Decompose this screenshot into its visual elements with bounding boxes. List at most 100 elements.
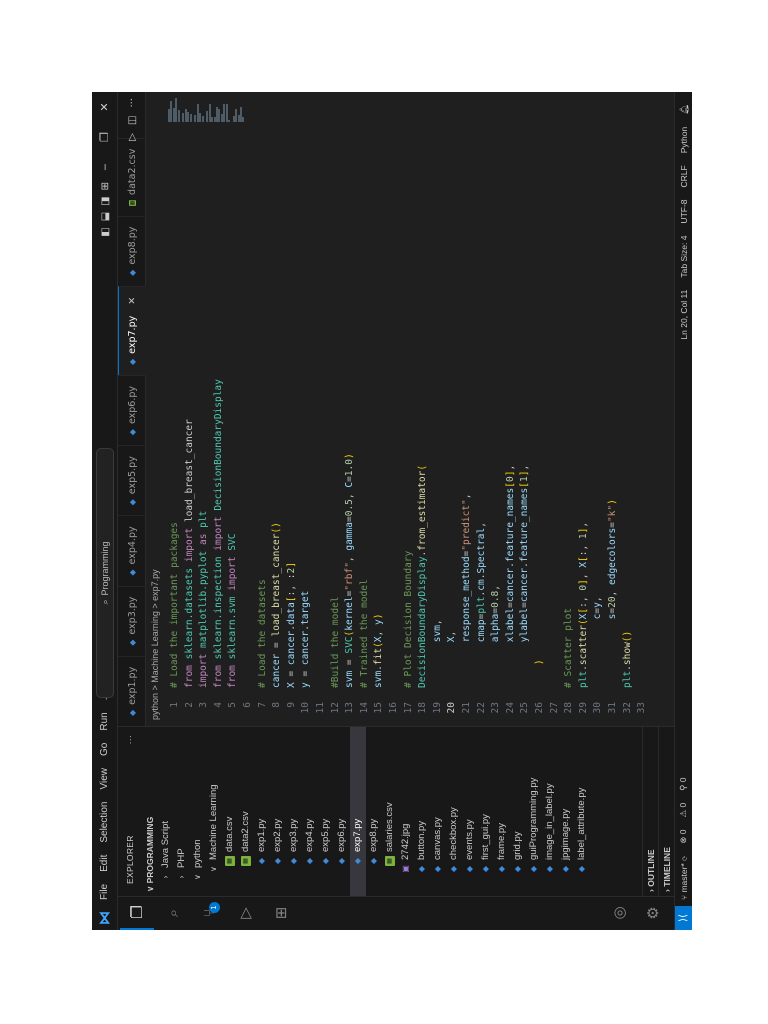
- code-token: ]: [577, 527, 589, 534]
- git-branch[interactable]: ⑂ master* ⟳: [679, 850, 689, 906]
- timeline-section[interactable]: › TIMELINE: [658, 726, 674, 896]
- tree-item[interactable]: ◆ frame.py: [494, 727, 510, 896]
- workspace-folder[interactable]: ∨ PROGRAMMING: [142, 727, 158, 896]
- tree-item[interactable]: ◆ button.py: [414, 727, 430, 896]
- restore-icon[interactable]: ❐: [92, 122, 118, 152]
- minimap[interactable]: [164, 92, 674, 126]
- tree-item[interactable]: › Java Script: [158, 727, 174, 896]
- menu-item[interactable]: Run: [92, 706, 118, 736]
- tree-item-label: PHP: [176, 848, 187, 868]
- tree-item[interactable]: ◆ checkbox.py: [446, 727, 462, 896]
- tab-size[interactable]: Tab Size: 4: [679, 230, 689, 284]
- tab-exp7-py[interactable]: ◆ exp7.py ✕: [118, 285, 146, 375]
- code-token: =: [300, 665, 312, 683]
- line-number: 15: [373, 702, 385, 714]
- minimize-icon[interactable]: –: [92, 152, 118, 182]
- explorer-icon[interactable]: ❐: [120, 896, 154, 930]
- tree-item[interactable]: ◆ exp2.py: [270, 727, 286, 896]
- source-control-icon[interactable]: ⑂ 1: [192, 896, 226, 930]
- tree-item[interactable]: › PHP: [174, 727, 190, 896]
- tree-item[interactable]: ▦ data.csv: [222, 727, 238, 896]
- menu-item[interactable]: Selection: [92, 796, 118, 849]
- python-file-icon: ◆: [305, 857, 314, 865]
- more-actions-icon[interactable]: ···: [127, 98, 138, 108]
- toggle-primary-sidebar-icon[interactable]: ◧: [100, 227, 111, 236]
- tree-item[interactable]: ◆ events.py: [462, 727, 478, 896]
- tree-item[interactable]: ◆ exp8.py: [366, 727, 382, 896]
- tree-item[interactable]: ▦ salaries.csv: [382, 727, 398, 896]
- tree-item[interactable]: ◆ label_attribute.py: [574, 727, 590, 896]
- menu-item[interactable]: Edit: [92, 849, 118, 878]
- ports-count[interactable]: ⚲ 0: [678, 771, 689, 796]
- encoding[interactable]: UTF-8: [679, 193, 689, 229]
- tree-item[interactable]: ◆ exp6.py: [334, 727, 350, 896]
- problems-warnings[interactable]: ⚠ 0: [678, 797, 689, 824]
- breadcrumb[interactable]: python > Machine Learning > exp7.py: [146, 92, 164, 726]
- tab-exp5-py[interactable]: ◆ exp5.py: [118, 445, 146, 516]
- code-line: 15 svm.fit(X, y): [372, 166, 386, 726]
- line-number: 19: [431, 702, 443, 714]
- tree-item-label: 2742.jpg: [400, 823, 411, 860]
- chevron-right-icon: ›: [662, 886, 672, 892]
- code-token: from: [212, 659, 224, 688]
- tab-exp4-py[interactable]: ◆ exp4.py: [118, 515, 146, 586]
- code-token: ,: [461, 493, 472, 500]
- tree-item[interactable]: ◆ exp5.py: [318, 727, 334, 896]
- tree-item[interactable]: ◆ first_gui.py: [478, 727, 494, 896]
- remote-indicator-icon[interactable]: ⟩⟨: [674, 906, 692, 930]
- tree-item[interactable]: ▣ 2742.jpg: [398, 727, 414, 896]
- close-window-icon[interactable]: ✕: [92, 92, 118, 122]
- python-file-icon: ◆: [481, 865, 490, 873]
- tree-item[interactable]: ∨ python: [190, 727, 206, 896]
- tree-item[interactable]: ◆ guiProgramming.py: [526, 727, 542, 896]
- tree-item[interactable]: ◆ exp3.py: [286, 727, 302, 896]
- tree-item[interactable]: ◆ grid.py: [510, 727, 526, 896]
- menu-item[interactable]: Go: [92, 737, 118, 762]
- tab-exp1-py[interactable]: ◆ exp1.py: [118, 655, 146, 726]
- code-token: ]: [504, 470, 516, 477]
- problems-errors[interactable]: ⊗ 0: [678, 824, 689, 850]
- notifications-bell-icon[interactable]: 🔔︎: [679, 98, 690, 121]
- tab-exp3-py[interactable]: ◆ exp3.py: [118, 585, 146, 656]
- menu-item[interactable]: View: [92, 762, 118, 796]
- accounts-icon[interactable]: ◎: [602, 896, 636, 930]
- code-editor[interactable]: 1 # Load the important packages 2 from skle…: [164, 126, 674, 726]
- tree-item[interactable]: ◆ image_in_label.py: [542, 727, 558, 896]
- command-center-search[interactable]: ⌕ Programming: [96, 448, 114, 698]
- settings-gear-icon[interactable]: ⚙: [636, 896, 670, 930]
- toggle-secondary-sidebar-icon[interactable]: ◨: [100, 196, 111, 205]
- line-number: 23: [490, 702, 502, 714]
- code-token: .: [475, 590, 487, 597]
- outline-section[interactable]: › OUTLINE: [642, 726, 658, 896]
- run-debug-icon[interactable]: ▷: [228, 896, 262, 930]
- code-token: cancer: [271, 653, 283, 688]
- more-actions-icon[interactable]: ···: [125, 735, 135, 744]
- python-file-icon: ◆: [321, 857, 330, 865]
- code-line: 18 DecisionBoundaryDisplay.from_estimator…: [416, 166, 430, 726]
- code-token: # Load the important packages: [169, 522, 180, 688]
- search-icon[interactable]: ⌕: [156, 896, 190, 930]
- toggle-panel-icon[interactable]: ⬓: [100, 212, 111, 221]
- run-icon[interactable]: ▷: [127, 133, 138, 141]
- split-editor-icon[interactable]: ◫: [127, 116, 138, 125]
- python-file-icon: ◆: [577, 865, 586, 873]
- tab-exp6-py[interactable]: ◆ exp6.py: [118, 374, 146, 446]
- tab-data2-csv[interactable]: ▦ data2.csv: [118, 137, 146, 216]
- tab-exp8-py[interactable]: ◆ exp8.py: [118, 215, 146, 286]
- eol[interactable]: CRLF: [679, 159, 689, 193]
- tree-item[interactable]: ◆ jpgimage.py: [558, 727, 574, 896]
- tree-item[interactable]: ∨ Machine Learning: [206, 727, 222, 896]
- close-tab-icon[interactable]: ✕: [127, 297, 138, 305]
- tree-item[interactable]: ▦ data2.csv: [238, 727, 254, 896]
- language-mode[interactable]: Python: [679, 121, 689, 159]
- tree-item-label: Machine Learning: [208, 784, 219, 860]
- tree-item[interactable]: ◆ exp7.py: [350, 727, 366, 896]
- menu-item[interactable]: File: [92, 878, 118, 906]
- customize-layout-icon[interactable]: ⊞: [100, 182, 111, 190]
- extensions-icon[interactable]: ⊞: [264, 896, 298, 930]
- cursor-position[interactable]: Ln 20, Col 11: [679, 284, 689, 346]
- tree-item[interactable]: ◆ exp1.py: [254, 727, 270, 896]
- tree-item[interactable]: ◆ canvas.py: [430, 727, 446, 896]
- tree-item[interactable]: ◆ exp4.py: [302, 727, 318, 896]
- sync-icon[interactable]: ⟳: [679, 856, 689, 861]
